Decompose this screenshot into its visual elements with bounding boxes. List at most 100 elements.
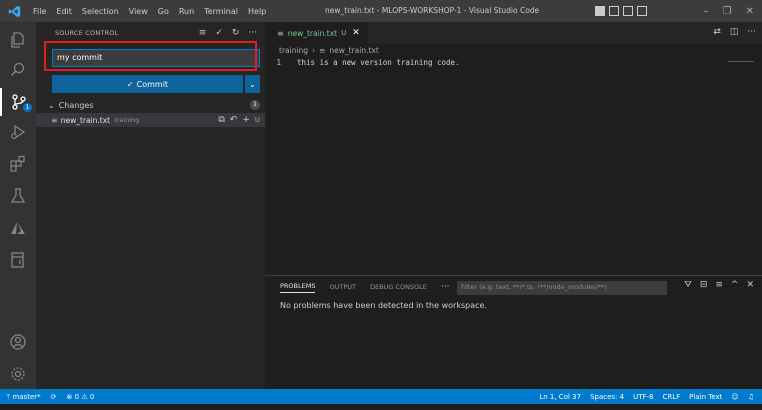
language-mode[interactable]: Plain Text [689, 393, 722, 401]
menu-run[interactable]: Run [174, 7, 199, 16]
notifications-bell-icon[interactable]: ♫ [748, 393, 754, 401]
bottom-edge [0, 404, 762, 410]
changes-group-header[interactable]: ⌄ Changes 1 [36, 98, 265, 112]
changes-count-badge: 1 [250, 100, 260, 110]
close-window-icon[interactable]: ✕ [746, 6, 754, 17]
toggle-secondary-sidebar-icon[interactable] [623, 6, 633, 16]
line-number: 1 [276, 57, 281, 67]
toggle-panel-icon[interactable] [609, 6, 619, 16]
text-file-icon: ≡ [277, 28, 284, 38]
customize-layout-icon[interactable] [637, 6, 647, 16]
source-control-icon[interactable]: 1 [0, 88, 36, 116]
menu-file[interactable]: File [28, 7, 51, 16]
problems-message: No problems have been detected in the wo… [280, 301, 487, 310]
refresh-icon[interactable]: ↻ [232, 28, 240, 38]
bottom-panel: PROBLEMS OUTPUT DEBUG CONSOLE ··· Filter… [265, 275, 762, 389]
status-left: ᛘ master* ⟳ ⊗ 0 ⚠ 0 [0, 393, 94, 401]
collapse-all-icon[interactable]: ⊟ [700, 280, 708, 290]
indentation[interactable]: Spaces: 4 [590, 393, 624, 401]
extensions-icon[interactable] [0, 150, 36, 178]
tab-debug-console[interactable]: DEBUG CONSOLE [370, 283, 427, 291]
menu-terminal[interactable]: Terminal [199, 7, 243, 16]
tab-problems[interactable]: PROBLEMS [280, 282, 316, 293]
minimap[interactable] [728, 61, 754, 62]
menu-go[interactable]: Go [153, 7, 174, 16]
file-name: new_train.txt [60, 115, 111, 125]
text-file-icon: ≡ [51, 115, 58, 125]
file-directory: training [114, 116, 140, 124]
tab-status: U [341, 29, 347, 37]
scm-badge: 1 [23, 103, 32, 112]
branch-indicator[interactable]: ᛘ master* [6, 393, 41, 401]
settings-gear-icon[interactable] [0, 360, 36, 388]
commit-message-input[interactable]: my commit [52, 49, 260, 67]
commit-button[interactable]: ✓ Commit [52, 75, 243, 93]
warning-icon: ⚠ [81, 392, 88, 401]
run-debug-icon[interactable] [0, 118, 36, 146]
error-icon: ⊗ [66, 392, 73, 401]
view-actions: ≡ ✓ ↻ ··· [199, 28, 257, 38]
menu-view[interactable]: View [124, 7, 153, 16]
branch-name: master* [12, 392, 41, 401]
text-file-icon: ≡ [319, 45, 326, 55]
explorer-icon[interactable] [0, 26, 36, 54]
editor-tab[interactable]: ≡ new_train.txt U ✕ [265, 22, 368, 44]
minimize-icon[interactable]: – [704, 6, 709, 17]
end-of-line[interactable]: CRLF [662, 393, 680, 401]
warning-count: 0 [89, 392, 95, 401]
layout-controls [595, 6, 647, 16]
source-control-view: SOURCE CONTROL ≡ ✓ ↻ ··· my commit ✓ Com… [36, 22, 265, 389]
view-as-list-icon[interactable]: ≡ [715, 280, 723, 290]
sync-icon[interactable]: ⟳ [51, 393, 57, 401]
editor-actions: ⇄ ◫ ··· [713, 27, 756, 37]
split-editor-icon[interactable]: ◫ [730, 27, 739, 37]
more-actions-icon[interactable]: ··· [747, 27, 756, 37]
open-changes-icon[interactable]: ⇄ [713, 27, 721, 37]
close-tab-icon[interactable]: ✕ [352, 28, 360, 38]
chevron-down-icon: ⌄ [48, 100, 55, 110]
azure-icon[interactable] [0, 214, 36, 242]
window-title: new_train.txt - MLOPS-WORKSHOP-1 - Visua… [325, 6, 540, 15]
view-as-tree-icon[interactable]: ≡ [199, 28, 207, 38]
file-status-badge: U [254, 116, 260, 124]
commit-check-icon[interactable]: ✓ [215, 28, 223, 38]
menu-bar: File Edit Selection View Go Run Terminal… [28, 7, 271, 16]
open-file-icon[interactable]: ⧉ [218, 115, 224, 125]
more-actions-icon[interactable]: ··· [248, 28, 257, 38]
feedback-icon[interactable]: ☺ [731, 393, 738, 401]
encoding[interactable]: UTF-8 [633, 393, 653, 401]
problems-indicator[interactable]: ⊗ 0 ⚠ 0 [67, 393, 95, 401]
activity-bar: 1 [0, 22, 36, 389]
toggle-sidebar-icon[interactable] [595, 6, 605, 16]
tab-output[interactable]: OUTPUT [329, 283, 356, 291]
search-icon[interactable] [0, 56, 36, 84]
more-views-icon[interactable]: ··· [441, 282, 450, 292]
view-title: SOURCE CONTROL [55, 29, 119, 37]
close-panel-icon[interactable]: ✕ [746, 280, 754, 290]
changed-file-row[interactable]: ≡ new_train.txt training ⧉ ↶ + U [36, 113, 265, 127]
editor-tabs: ≡ new_train.txt U ✕ [265, 22, 762, 44]
testing-icon[interactable] [0, 182, 36, 210]
menu-help[interactable]: Help [243, 7, 271, 16]
tab-label: new_train.txt [287, 28, 338, 38]
stage-changes-icon[interactable]: + [242, 115, 250, 125]
maximize-panel-icon[interactable]: ^ [731, 280, 739, 290]
restore-icon[interactable]: ❐ [723, 6, 732, 17]
commit-dropdown-button[interactable]: ⌄ [245, 75, 260, 93]
problems-filter-input[interactable]: Filter (e.g. text, **/*.ts, !**/node_mod… [457, 281, 667, 295]
remote-explorer-icon[interactable] [0, 246, 36, 274]
breadcrumb-folder[interactable]: training [279, 46, 308, 55]
menu-selection[interactable]: Selection [77, 7, 124, 16]
menu-edit[interactable]: Edit [51, 7, 77, 16]
accounts-icon[interactable] [0, 328, 36, 356]
line-text[interactable]: this is a new version training code. [297, 58, 460, 67]
filter-icon[interactable]: ⛛ [684, 280, 692, 290]
breadcrumb-separator-icon: › [312, 45, 316, 55]
commit-button-label: Commit [136, 79, 169, 89]
changes-label: Changes [58, 100, 94, 110]
discard-changes-icon[interactable]: ↶ [230, 115, 238, 125]
cursor-position[interactable]: Ln 1, Col 37 [539, 393, 581, 401]
code-line[interactable]: 1 this is a new version training code. [265, 56, 762, 68]
status-right: Ln 1, Col 37 Spaces: 4 UTF-8 CRLF Plain … [539, 389, 754, 404]
breadcrumb-file[interactable]: new_train.txt [329, 46, 378, 55]
